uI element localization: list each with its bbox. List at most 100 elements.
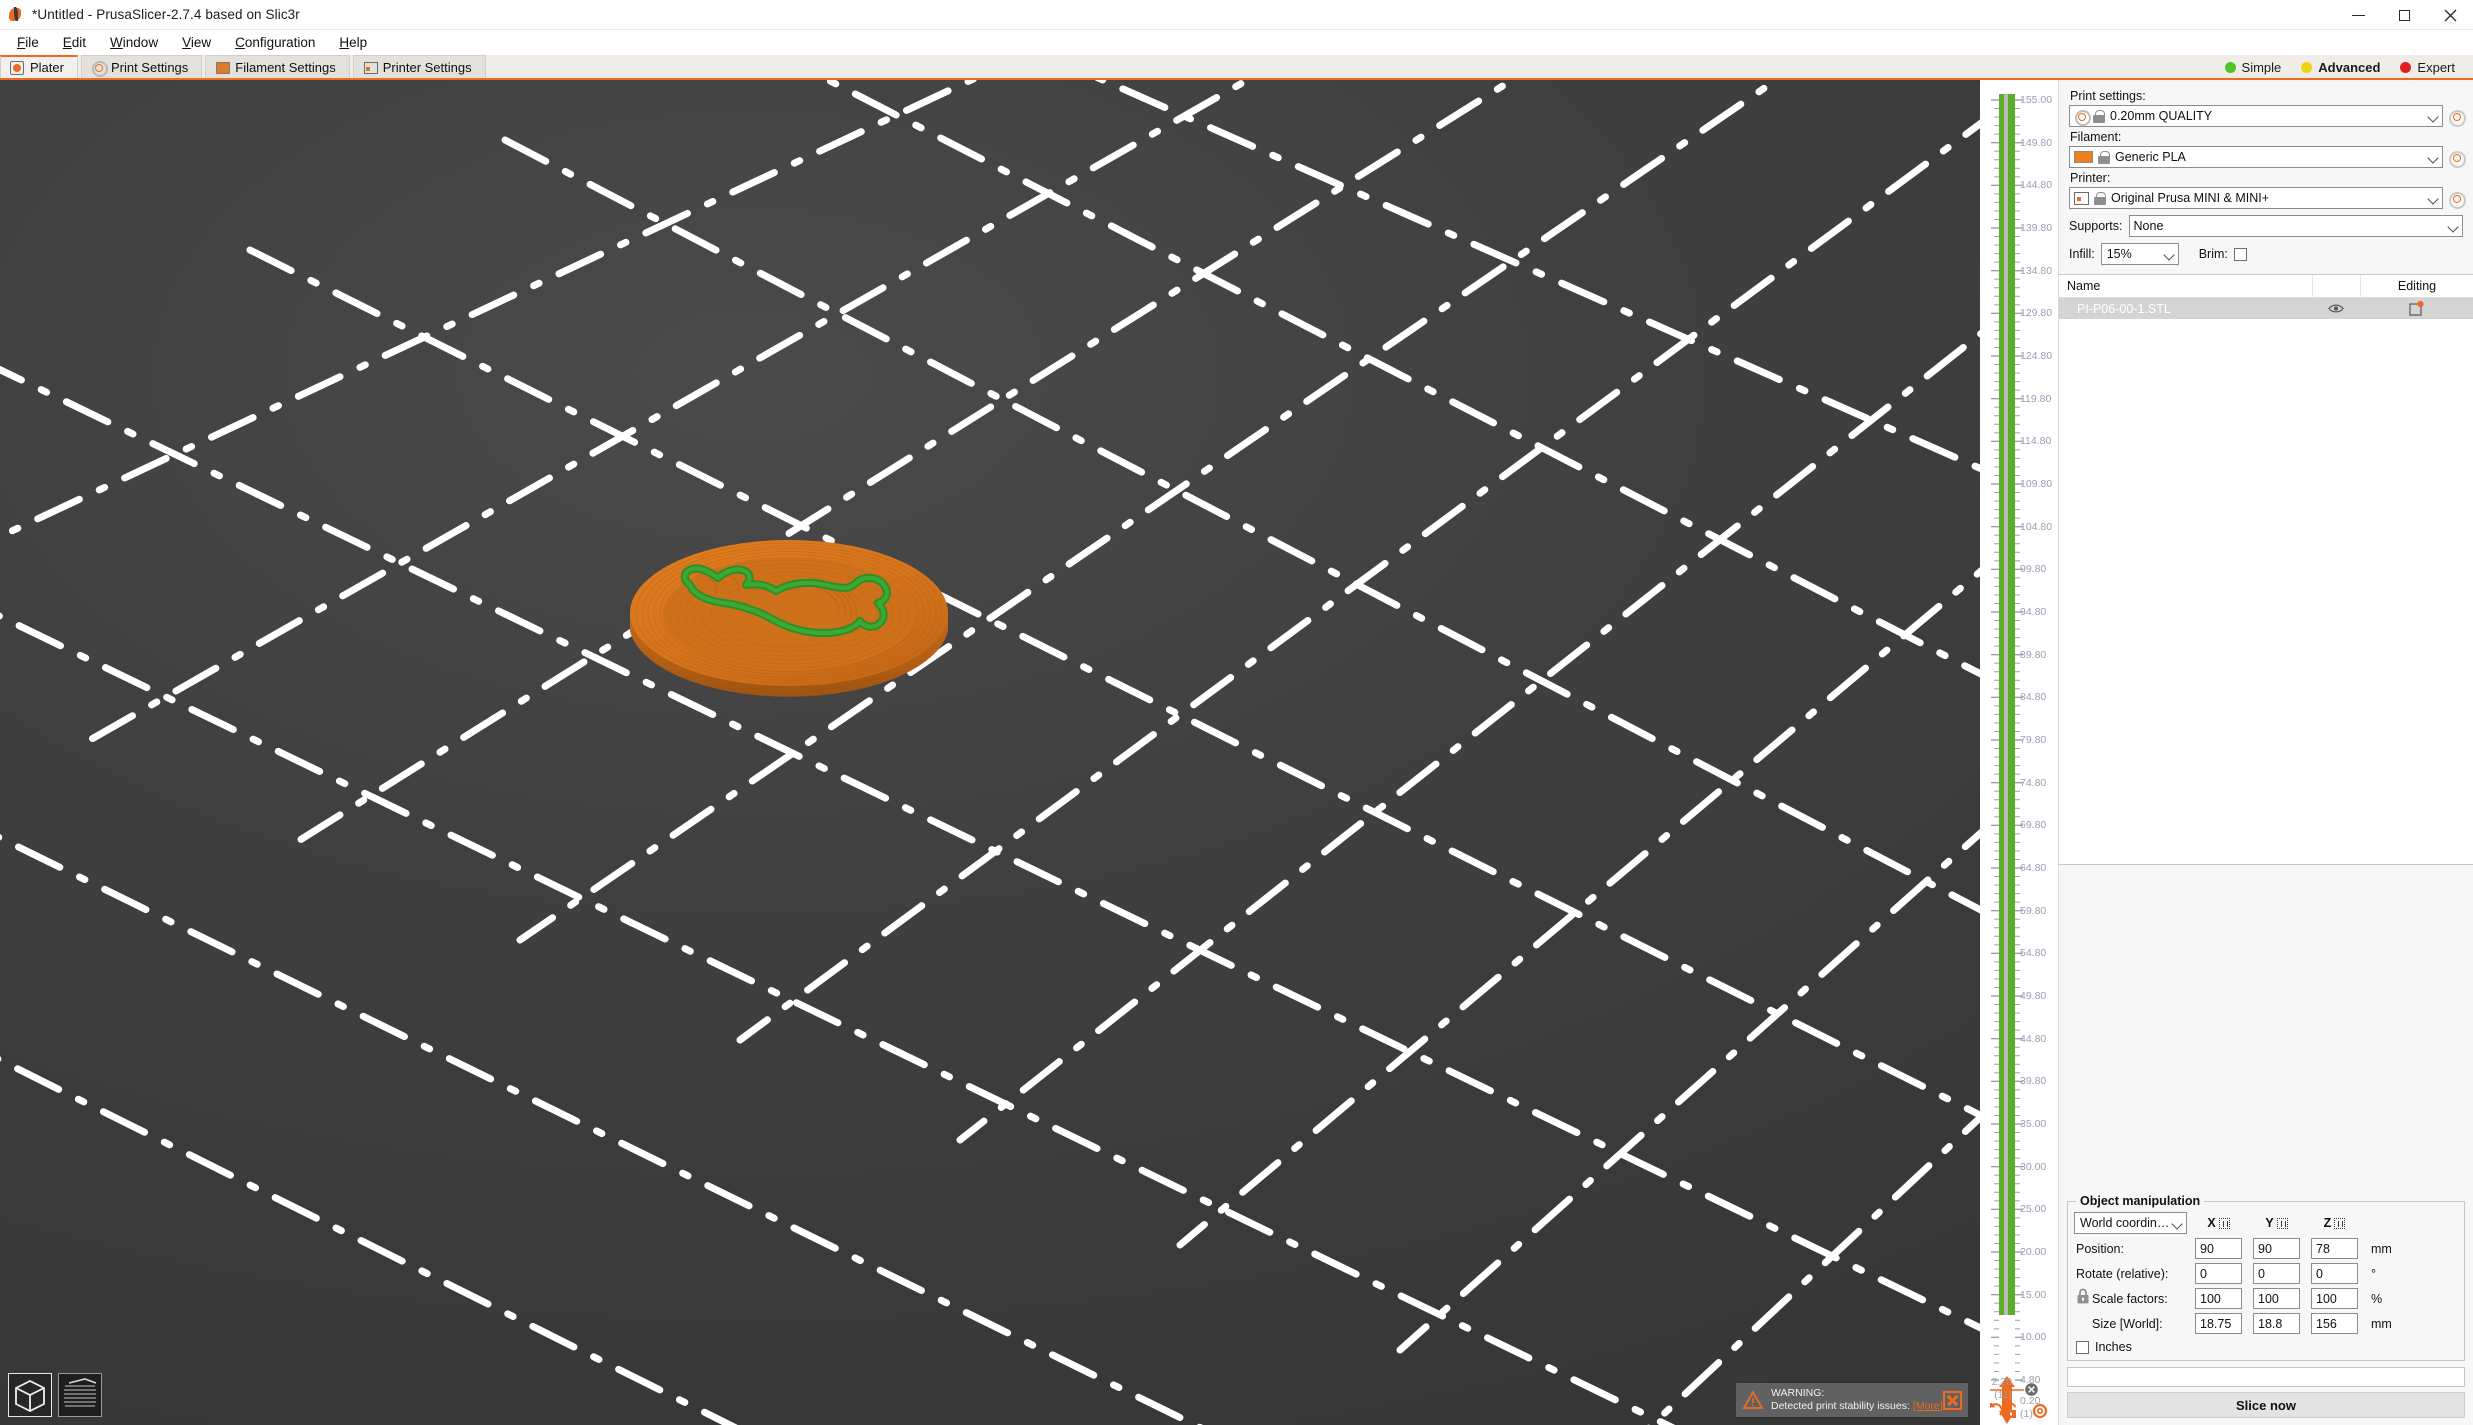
preview-view-button[interactable] [58,1373,102,1417]
layer-range-bar[interactable] [1999,94,2015,1315]
table-row[interactable]: PI-P06-00-1.STL [2059,298,2473,319]
menu-file[interactable]: File [5,32,51,53]
menu-view[interactable]: View [170,32,223,53]
printer-combo[interactable]: Original Prusa MINI & MINI+ [2069,187,2443,209]
main-body: WARNING: Detected print stability issues… [0,80,2473,1425]
maximize-icon[interactable] [2381,0,2427,30]
rotate-z-input[interactable]: 0 [2311,1263,2358,1284]
prusaslicer-window: *Untitled - PrusaSlicer-2.7.4 based on S… [0,0,2473,1425]
ruler-tick-label: 99.80 [2020,563,2047,576]
ruler-tick-label: 59.80 [2020,904,2047,917]
lock-icon [2094,191,2106,205]
revert-icon[interactable] [1986,1402,2004,1420]
unlock-icon[interactable] [2003,1402,2021,1420]
print-settings-combo[interactable]: 0.20mm QUALITY [2069,105,2443,127]
layers-editing-icon[interactable] [2360,301,2473,316]
mode-simple[interactable]: Simple [2215,60,2292,75]
inches-checkbox[interactable] [2076,1340,2089,1354]
3d-editor-view-button[interactable] [8,1373,52,1417]
filament-edit-icon[interactable] [2448,150,2466,168]
axis-lock-icon[interactable] [2218,1217,2230,1229]
ruler-tick-label: 144.80 [2020,179,2053,192]
infill-combo[interactable]: 15% [2100,243,2179,265]
menu-window[interactable]: Window [98,32,170,53]
size-row: Size [World]: 18.75 18.8 156 mm [2074,1313,2458,1334]
scale-y-input[interactable]: 100 [2253,1288,2300,1309]
printer-edit-icon[interactable] [2448,191,2466,209]
scale-x-input[interactable]: 100 [2195,1288,2242,1309]
printer-value: Original Prusa MINI & MINI+ [2111,191,2270,205]
notification-close-icon[interactable] [1943,1390,1962,1410]
eye-icon[interactable] [2312,303,2360,314]
ruler-tick-label: 79.80 [2020,734,2047,746]
menu-configuration[interactable]: Configuration [223,32,327,53]
mode-advanced[interactable]: Advanced [2291,60,2390,75]
tab-plater-label: Plater [30,60,64,75]
brim-checkbox[interactable] [2233,247,2247,261]
chevron-down-icon[interactable] [2170,1216,2184,1230]
chevron-down-icon[interactable] [2426,150,2440,164]
window-title: *Untitled - PrusaSlicer-2.7.4 based on S… [32,7,300,22]
warning-more-link[interactable]: [More] [1913,1400,1943,1412]
ruler-tick-label: 10.00 [2020,1331,2047,1344]
ruler-tick-label: 119.80 [2020,392,2052,405]
axis-header-y: Y [2253,1216,2300,1230]
ruler-tick-label: 64.80 [2020,862,2047,874]
layer-slider-panel[interactable]: 155.00 149.80 144.80 139.80 134.80 129.80 124.… [1980,80,2058,1425]
layer-upper-label: 2.20 (11) [1992,1376,2012,1402]
chevron-down-icon[interactable] [2446,219,2460,233]
rotate-x-input[interactable]: 0 [2195,1263,2242,1284]
supports-combo[interactable]: None [2128,215,2463,237]
bed-grid [0,80,1980,1425]
minimize-icon[interactable] [2335,0,2381,30]
3d-viewport[interactable]: WARNING: Detected print stability issues… [0,80,1980,1425]
close-circle-icon[interactable] [2024,1382,2039,1402]
print-settings-value: 0.20mm QUALITY [2110,109,2213,123]
menu-help[interactable]: Help [327,32,379,53]
print-settings-edit-icon[interactable] [2448,109,2466,127]
scale-unit: % [2371,1291,2383,1306]
tab-print-settings[interactable]: Print Settings [80,55,203,78]
slider-buttons [1980,1401,2058,1423]
scale-z-input[interactable]: 100 [2311,1288,2358,1309]
uniform-scale-lock-icon[interactable] [2076,1288,2090,1309]
ruler-tick-label: 149.80 [2020,136,2053,149]
ruler-tick-label: 94.80 [2020,606,2047,618]
chevron-down-icon[interactable] [2426,109,2440,123]
coordinate-space-combo[interactable]: World coordinates [2074,1212,2187,1234]
ruler-tick-label: 74.80 [2020,776,2047,789]
menu-bar: File Edit Window View Configuration Help [0,30,2473,55]
menu-edit[interactable]: Edit [51,32,98,53]
ruler-tick-label: 114.80 [2020,435,2052,448]
position-x-input[interactable]: 90 [2195,1238,2242,1259]
infill-label: Infill: [2069,247,2095,261]
object-list-body[interactable] [2059,319,2473,864]
size-y-input[interactable]: 18.8 [2253,1313,2300,1334]
chevron-down-icon[interactable] [2162,247,2176,261]
filament-combo[interactable]: Generic PLA [2069,146,2443,168]
tab-plater[interactable]: Plater [0,55,78,78]
axis-lock-icon[interactable] [2334,1217,2346,1229]
close-icon[interactable] [2427,0,2473,30]
size-x-input[interactable]: 18.75 [2195,1313,2242,1334]
size-z-input[interactable]: 156 [2311,1313,2358,1334]
rotate-y-input[interactable]: 0 [2253,1263,2300,1284]
gear-icon[interactable] [2032,1403,2050,1421]
chevron-down-icon[interactable] [2426,191,2440,205]
window-controls [2335,0,2473,30]
tab-filament-settings-label: Filament Settings [235,59,336,75]
layer-upper-value: 2.20 [1991,1376,2012,1388]
slice-now-button[interactable]: Slice now [2067,1392,2465,1418]
position-y-input[interactable]: 90 [2253,1238,2300,1259]
position-z-input[interactable]: 78 [2311,1238,2358,1259]
tab-filament-settings[interactable]: Filament Settings [205,55,350,78]
print-settings-preset-icon [2074,109,2091,126]
layers-icon [64,1378,97,1407]
axis-lock-icon[interactable] [2276,1217,2288,1229]
title-bar: *Untitled - PrusaSlicer-2.7.4 based on S… [0,0,2473,30]
mode-expert[interactable]: Expert [2390,60,2465,75]
ruler-tick-label: 49.80 [2020,990,2047,1002]
warning-notification: WARNING: Detected print stability issues… [1736,1383,1968,1417]
model-object[interactable] [628,535,950,703]
tab-printer-settings[interactable]: Printer Settings [352,55,486,78]
